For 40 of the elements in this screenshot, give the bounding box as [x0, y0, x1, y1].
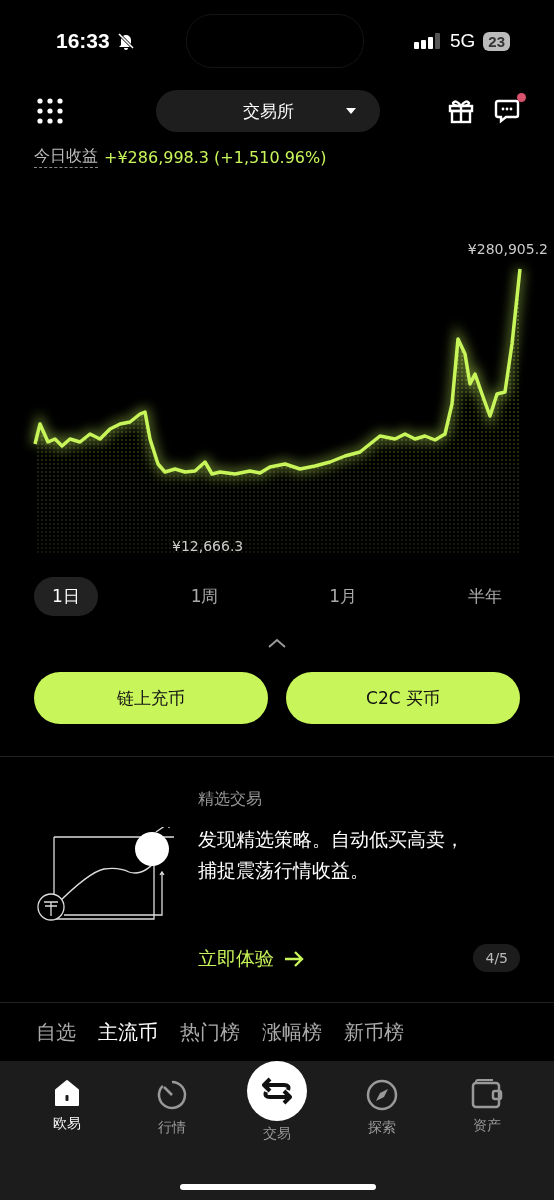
status-time: 16:33 — [56, 29, 110, 53]
range-tab[interactable]: 半年 — [449, 576, 520, 616]
wallet-icon — [471, 1079, 504, 1109]
max-value-label: ¥280,905.2 — [467, 241, 548, 257]
compass-icon — [366, 1079, 399, 1111]
try-now-link[interactable]: 立即体验 — [198, 946, 304, 972]
gift-icon[interactable] — [448, 98, 474, 124]
nav-item[interactable]: 交易 — [224, 1061, 330, 1200]
battery-level: 23 — [483, 31, 510, 51]
page-indicator: 4/5 — [473, 944, 520, 972]
exchange-selector[interactable]: 交易所 — [156, 90, 380, 132]
market-tab[interactable]: 热门榜 — [180, 1018, 240, 1046]
action-button[interactable]: C2C 买币 — [286, 672, 520, 724]
caret-down-icon — [346, 108, 356, 114]
action-button[interactable]: 链上充币 — [34, 672, 268, 724]
range-tab[interactable]: 1月 — [311, 576, 376, 616]
promo-text: 发现精选策略。自动低买高卖，捕捉震荡行情收益。 — [198, 827, 465, 883]
signal-icon — [413, 33, 442, 49]
market-tab[interactable]: 新币榜 — [344, 1018, 404, 1046]
market-tab[interactable]: 涨幅榜 — [262, 1018, 322, 1046]
market-tab[interactable]: 自选 — [36, 1018, 76, 1046]
home-icon — [53, 1079, 80, 1107]
nav-item[interactable]: 行情 — [119, 1061, 225, 1200]
profit-label[interactable]: 今日收益 — [34, 146, 98, 168]
market-tab[interactable]: 主流币 — [98, 1018, 158, 1046]
range-tab[interactable]: 1日 — [34, 576, 98, 616]
network-type: 5G — [449, 30, 476, 52]
arrow-right-icon — [284, 951, 304, 967]
apps-grid-icon[interactable] — [36, 97, 64, 125]
range-tab[interactable]: 1周 — [172, 576, 237, 616]
nav-item[interactable]: 资产 — [434, 1061, 540, 1200]
timer-icon — [155, 1079, 188, 1111]
promo-title: 精选交易 — [198, 789, 263, 810]
min-value-label: ¥12,666.3 — [172, 538, 244, 554]
chat-icon[interactable] — [494, 98, 520, 124]
profit-value: +¥286,998.3 (+1,510.96%) — [104, 147, 327, 167]
chevron-up-icon[interactable] — [267, 637, 287, 649]
muted-bell-icon — [115, 31, 136, 51]
nav-item[interactable]: 探索 — [329, 1061, 435, 1200]
nav-item[interactable]: 欧易 — [14, 1061, 120, 1200]
